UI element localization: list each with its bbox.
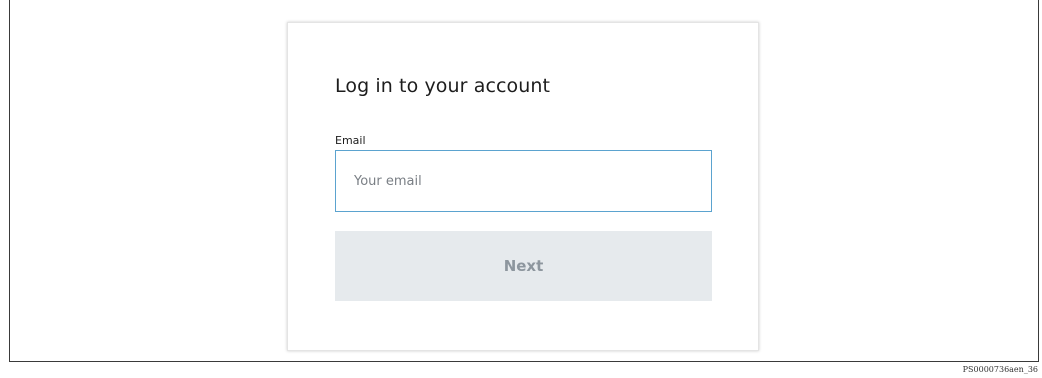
- figure-caption: PS0000736aen_36: [962, 365, 1038, 374]
- email-label: Email: [335, 134, 366, 147]
- login-card: Log in to your account Email Next: [287, 22, 759, 351]
- email-field[interactable]: [335, 150, 712, 212]
- next-button[interactable]: Next: [335, 231, 712, 301]
- page-title: Log in to your account: [335, 75, 551, 97]
- screenshot-frame: Log in to your account Email Next: [9, 0, 1039, 362]
